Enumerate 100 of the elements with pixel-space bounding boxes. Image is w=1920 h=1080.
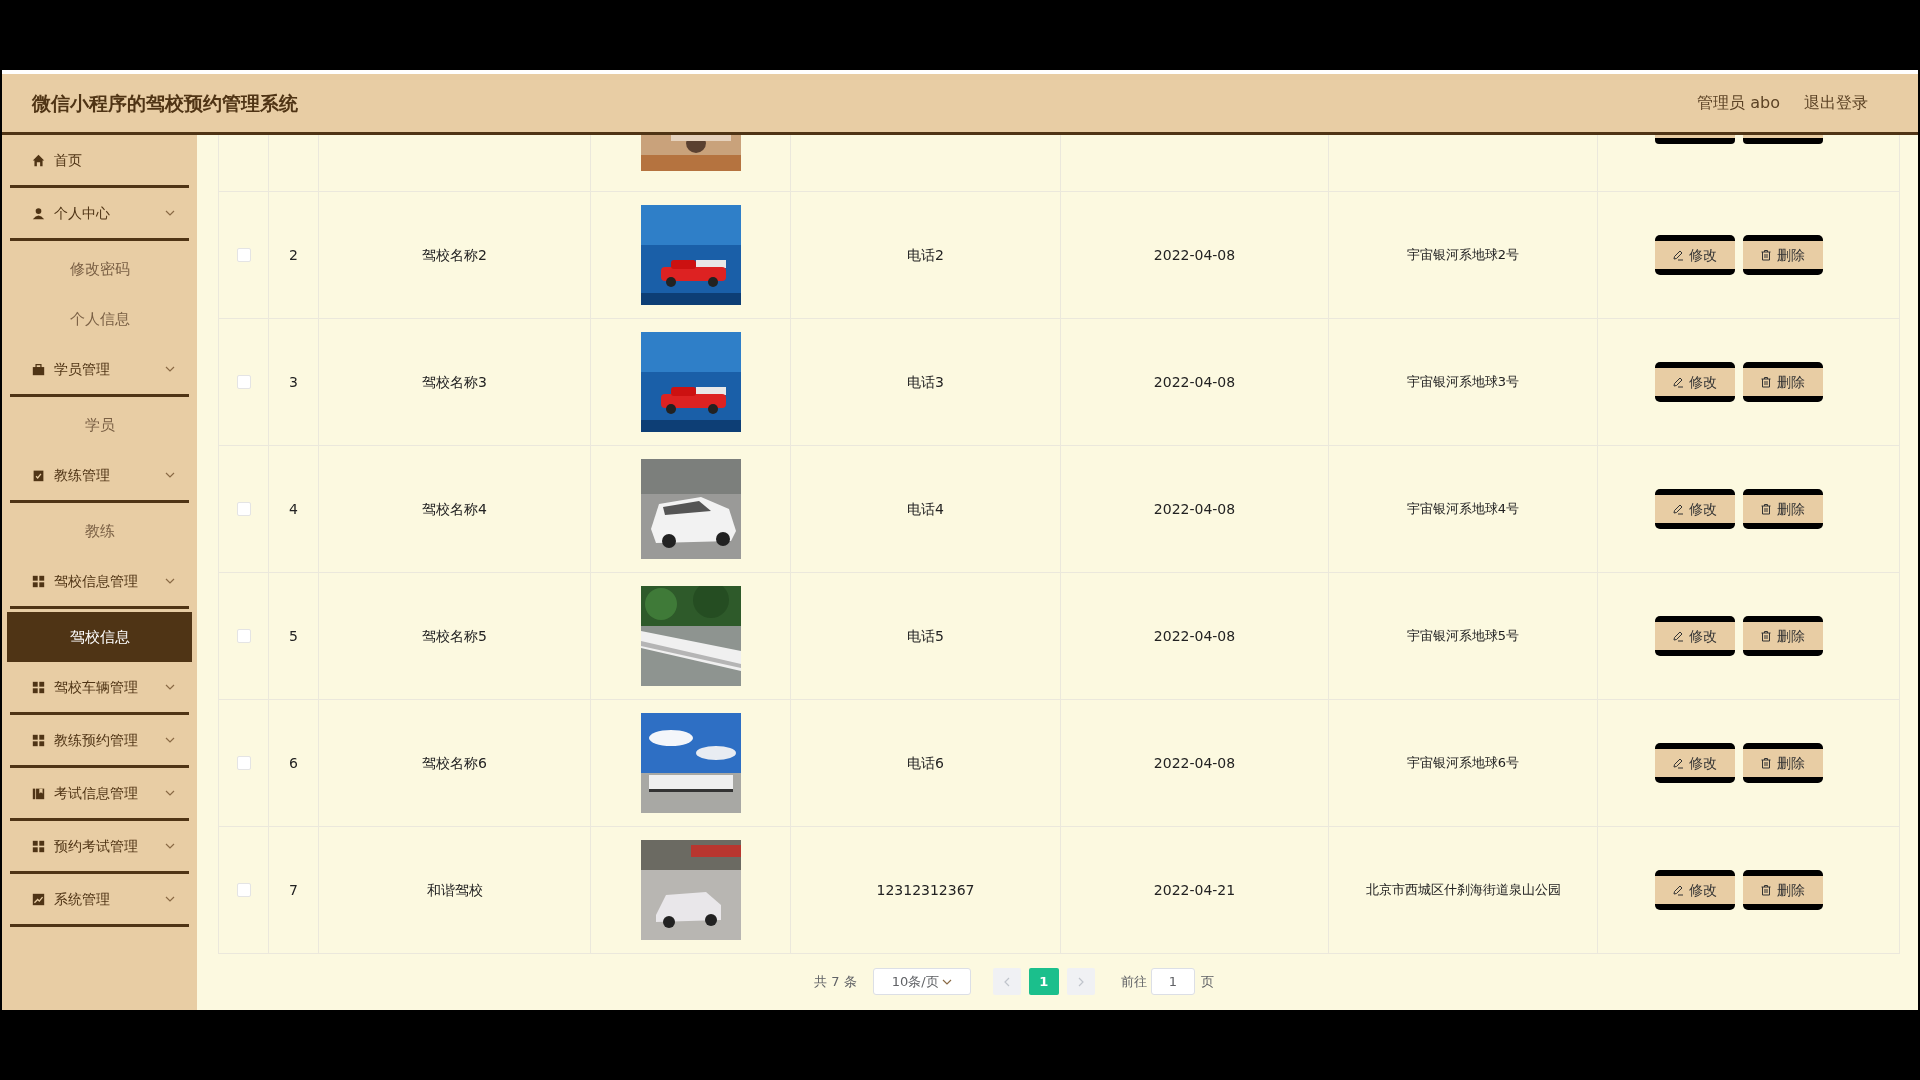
app-title: 微信小程序的驾校预约管理系统 [32, 90, 298, 116]
table-cell-text: 驾校名称4 [422, 499, 487, 519]
table-cell-text: 电话4 [907, 499, 944, 519]
page-input[interactable]: 1 [1150, 968, 1195, 995]
total-count: 共 7 条 [814, 972, 857, 991]
edit-button[interactable]: 修改 [1654, 235, 1735, 275]
submenu-item[interactable]: 修改密码 [7, 244, 192, 294]
delete-button[interactable]: 删除 [1742, 489, 1823, 529]
menu-item[interactable]: 教练管理 [10, 450, 189, 503]
edit-button[interactable]: 修改 [1654, 616, 1735, 656]
table-cell-text: 驾校名称2 [422, 245, 487, 265]
chevron-down-icon [165, 366, 175, 372]
table-cell-text: 2022-04-08 [1153, 626, 1236, 646]
table-cell-text: 2022-04-08 [1153, 753, 1236, 773]
submenu-item[interactable]: 教练 [7, 506, 192, 556]
table-cell-text: 12312312367 [876, 880, 975, 900]
chevron-down-icon [165, 578, 175, 584]
menu-item[interactable]: 预约考试管理 [10, 821, 189, 874]
row-checkbox[interactable] [236, 629, 251, 643]
goto-suffix: 页 [1200, 972, 1214, 991]
delete-button[interactable]: 删除 [1742, 362, 1823, 402]
chart-icon [32, 892, 45, 906]
grid-icon [32, 733, 45, 747]
trash-icon [1760, 757, 1772, 769]
table-cell-text: 和谐驾校 [426, 880, 483, 900]
prev-page-button[interactable] [992, 968, 1021, 995]
table-cell-text: 5 [289, 626, 298, 646]
page-size-select[interactable]: 10条/页 [872, 968, 971, 995]
user-icon [32, 206, 45, 220]
table-cell-text: 电话6 [907, 753, 944, 773]
edit-button[interactable]: 修改 [1654, 489, 1735, 529]
table-cell-text: 驾校名称5 [422, 626, 487, 646]
pencil-icon [1672, 249, 1684, 261]
chevron-down-icon [165, 737, 175, 743]
trash-icon [1760, 249, 1772, 261]
button-edge[interactable] [1654, 135, 1735, 144]
menu-item[interactable]: 首页 [10, 135, 189, 188]
next-page-button[interactable] [1066, 968, 1095, 995]
menu-item[interactable]: 系统管理 [10, 874, 189, 927]
admin-name: 管理员 abo [1697, 92, 1780, 114]
edit-button[interactable]: 修改 [1654, 362, 1735, 402]
submenu-item[interactable]: 个人信息 [7, 294, 192, 344]
logout-link[interactable]: 退出登录 [1804, 91, 1868, 115]
chevron-down-icon [165, 790, 175, 796]
edit-button[interactable]: 修改 [1654, 743, 1735, 783]
chevron-down-icon [165, 896, 175, 902]
chevron-down-icon [165, 684, 175, 690]
menu-item[interactable]: 驾校车辆管理 [10, 662, 189, 715]
menu-item[interactable]: 个人中心 [10, 188, 189, 241]
row-checkbox[interactable] [236, 502, 251, 516]
pencil-icon [1672, 503, 1684, 515]
chevron-down-icon [165, 843, 175, 849]
menu-item[interactable]: 学员管理 [10, 344, 189, 397]
delete-button[interactable]: 删除 [1742, 616, 1823, 656]
table-cell-text: 电话2 [907, 245, 944, 265]
row-checkbox[interactable] [236, 248, 251, 262]
pencil-icon [1672, 630, 1684, 642]
chevron-right-icon [1077, 976, 1084, 987]
delete-button[interactable]: 删除 [1742, 870, 1823, 910]
menu-item[interactable]: 考试信息管理 [10, 768, 189, 821]
table-cell-text: 4 [289, 499, 298, 519]
pencil-icon [1672, 757, 1684, 769]
home-icon [32, 153, 45, 167]
table-cell-text: 宇宙银河系地球5号 [1406, 627, 1520, 646]
delete-button[interactable]: 删除 [1742, 743, 1823, 783]
book-icon [32, 786, 45, 800]
button-edge[interactable] [1742, 135, 1823, 144]
grid-icon [32, 680, 45, 694]
table-cell-text: 7 [289, 880, 298, 900]
table-cell-text: 驾校名称3 [422, 372, 487, 392]
edit-button[interactable]: 修改 [1654, 870, 1735, 910]
table-cell-text: 驾校名称6 [422, 753, 487, 773]
trash-icon [1760, 376, 1772, 388]
chevron-left-icon [1003, 976, 1010, 987]
table-cell-text: 3 [289, 372, 298, 392]
table-cell-text: 2022-04-08 [1153, 372, 1236, 392]
row-checkbox[interactable] [236, 756, 251, 770]
table-cell-text: 电话5 [907, 626, 944, 646]
chevron-down-icon [165, 210, 175, 216]
table-cell-text: 宇宙银河系地球3号 [1406, 373, 1520, 392]
pencil-icon [1672, 884, 1684, 896]
table-cell-text: 2 [289, 245, 298, 265]
delete-button[interactable]: 删除 [1742, 235, 1823, 275]
trash-icon [1760, 630, 1772, 642]
submenu-item[interactable]: 驾校信息 [7, 612, 192, 662]
table-cell-text: 2022-04-08 [1153, 499, 1236, 519]
trash-icon [1760, 503, 1772, 515]
menu-item[interactable]: 教练预约管理 [10, 715, 189, 768]
row-checkbox[interactable] [236, 375, 251, 389]
pencil-icon [1672, 376, 1684, 388]
row-checkbox[interactable] [236, 883, 251, 897]
table-cell-text: 宇宙银河系地球2号 [1406, 246, 1520, 265]
goto-label: 前往 [1120, 972, 1147, 991]
table-cell-text: 宇宙银河系地球4号 [1406, 500, 1520, 519]
chevron-down-icon [941, 978, 952, 985]
menu-item[interactable]: 驾校信息管理 [10, 556, 189, 609]
clipboard-icon [32, 468, 45, 482]
submenu-item[interactable]: 学员 [7, 400, 192, 450]
table-cell-text: 电话3 [907, 372, 944, 392]
table-cell-text: 宇宙银河系地球6号 [1406, 754, 1520, 773]
